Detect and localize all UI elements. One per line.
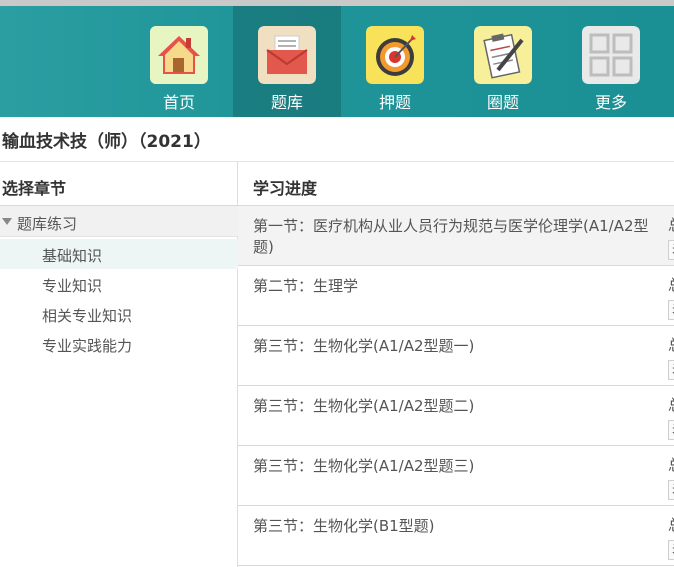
nav-item-home[interactable]: 首页 [125,6,233,117]
sidebar-item-basic-knowledge[interactable]: 基础知识 [0,239,238,269]
nav-label: 首页 [162,93,195,112]
nav-label: 圈题 [486,93,519,112]
chapter-action-button[interactable]: 未 [668,480,674,500]
chapter-row[interactable]: 第一节：医疗机构从业人员行为规范与医学伦理学(A1/A2型题) 总 未 [238,206,674,266]
target-icon [366,26,424,84]
page-title-bar: 输血技术技（师）（2021） [0,117,674,162]
caret-down-icon [2,218,12,225]
chapter-row[interactable]: 第三节：生物化学(A1/A2型题二) 总 未 [238,386,674,446]
chapter-title: 第三节：生物化学(A1/A2型题三) [253,457,475,475]
chapter-total-label: 总 [668,394,674,415]
progress-panel: 学习进度 第一节：医疗机构从业人员行为规范与医学伦理学(A1/A2型题) 总 未… [238,162,674,567]
chapter-row[interactable]: 第三节：生物化学(A1/A2型题三) 总 未 [238,446,674,506]
sidebar-group-label: 题库练习 [17,215,78,233]
sidebar-group-practice[interactable]: 题库练习 [0,206,238,237]
chapter-total-label: 总 [668,334,674,355]
nav-item-circle[interactable]: 圈题 [449,6,557,117]
chapter-action-button[interactable]: 未 [668,240,674,260]
nav-label: 题库 [270,93,303,112]
chapter-title: 第三节：生物化学(A1/A2型题二) [253,397,475,415]
chapter-total-label: 总 [668,514,674,535]
sidebar-heading: 选择章节 [2,179,67,198]
sidebar-item-label: 相关专业知识 [42,307,133,325]
sidebar-item-label: 专业实践能力 [42,337,133,355]
sidebar-item-practice-ability[interactable]: 专业实践能力 [0,329,238,359]
envelope-icon [258,26,316,84]
progress-heading-bar: 学习进度 [238,162,674,206]
page-title: 输血技术技（师）（2021） [2,132,211,152]
sidebar-item-label: 基础知识 [42,247,103,265]
nav-item-predict[interactable]: 押题 [341,6,449,117]
sidebar-item-professional-knowledge[interactable]: 专业知识 [0,269,238,299]
chapter-action-button[interactable]: 未 [668,300,674,320]
top-nav-bar: 首页 题库 押题 圈题 更多 [0,6,674,117]
chapter-title: 第二节：生理学 [253,277,359,295]
sidebar-heading-bar: 选择章节 [0,162,238,206]
clipboard-pen-icon [474,26,532,84]
chapter-total-label: 总 [668,454,674,475]
chapter-action-button[interactable]: 未 [668,420,674,440]
chapter-action-button[interactable]: 未 [668,540,674,560]
home-icon [150,26,208,84]
grid-icon [582,26,640,84]
chapter-action-button[interactable]: 未 [668,360,674,380]
chapter-total-label: 总 [668,274,674,295]
chapter-row[interactable]: 第三节：生物化学(A1/A2型题一) 总 未 [238,326,674,386]
sidebar-item-label: 专业知识 [42,277,103,295]
progress-heading: 学习进度 [253,179,318,198]
nav-item-more[interactable]: 更多 [557,6,665,117]
chapter-row[interactable]: 第三节：生物化学(B1型题) 总 未 [238,506,674,566]
chapter-title: 第一节：医疗机构从业人员行为规范与医学伦理学(A1/A2型题) [253,217,649,256]
chapter-sidebar: 选择章节 题库练习 基础知识 专业知识 相关专业知识 专业实践能力 [0,162,238,567]
nav-item-question-bank[interactable]: 题库 [233,6,341,117]
nav-label: 押题 [378,93,411,112]
chapter-title: 第三节：生物化学(B1型题) [253,517,435,535]
chapter-row[interactable]: 第二节：生理学 总 未 [238,266,674,326]
nav-label: 更多 [594,93,627,112]
chapter-title: 第三节：生物化学(A1/A2型题一) [253,337,475,355]
chapter-total-label: 总 [668,214,674,235]
sidebar-item-related-knowledge[interactable]: 相关专业知识 [0,299,238,329]
